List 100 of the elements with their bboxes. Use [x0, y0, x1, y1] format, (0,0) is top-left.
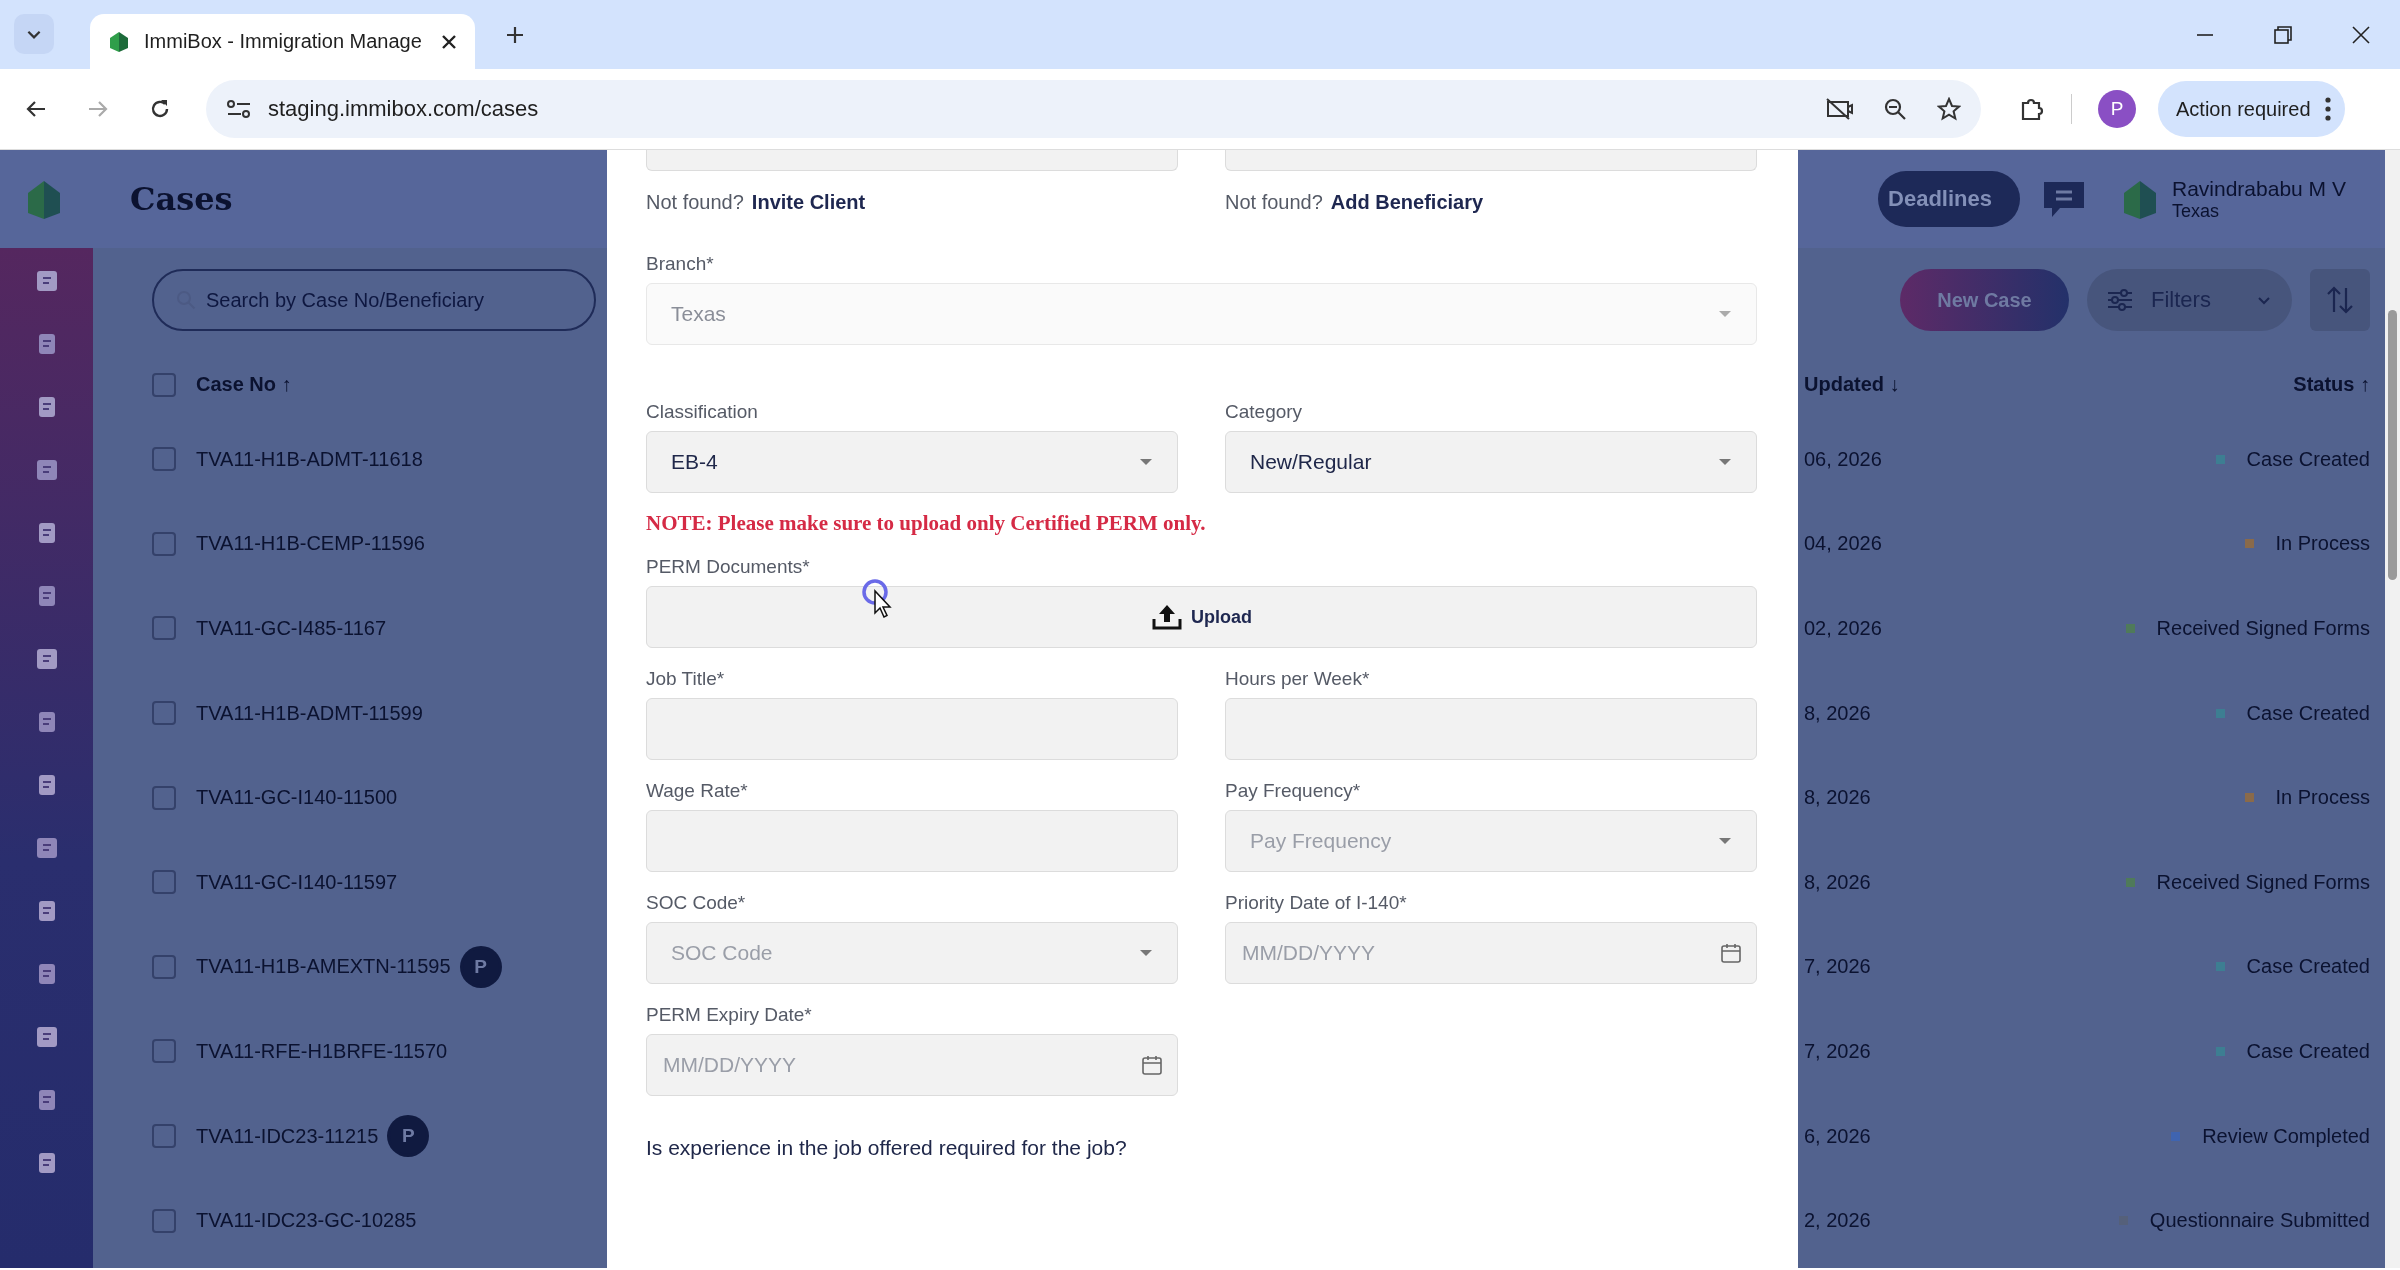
date-text: 04, 2026 [1804, 532, 1883, 556]
status-text: Received Signed Forms [2156, 870, 2370, 894]
nav-icon[interactable] [34, 457, 59, 483]
field-label: Priority Date of I-140* [1225, 892, 1408, 914]
status-text: Case Created [2246, 447, 2370, 471]
new-case-button[interactable]: New Case [1900, 269, 2069, 331]
checkbox[interactable] [152, 616, 176, 641]
checkbox[interactable] [152, 447, 176, 472]
nav-icon[interactable] [34, 835, 59, 861]
upload-button[interactable]: Upload [646, 586, 1757, 648]
upload-icon [1151, 603, 1183, 631]
date-text: 02, 2026 [1804, 617, 1883, 640]
date-text: 7, 2026 [1804, 955, 1872, 979]
case-number[interactable]: TVA11-IDC23-GC-10285 [196, 1209, 417, 1233]
close-icon[interactable] [441, 33, 457, 50]
puzzle-piece-icon[interactable] [2019, 96, 2045, 122]
logo-icon [108, 29, 130, 54]
scrollbar[interactable] [2385, 150, 2400, 1268]
prompt-text: Not found? [646, 190, 744, 214]
select-field[interactable]: Pay Frequency [1225, 810, 1757, 872]
case-number[interactable]: TVA11-GC-I485-1167 [196, 617, 387, 640]
calendar-icon[interactable] [1720, 942, 1742, 964]
nav-icon[interactable] [34, 268, 59, 294]
date-text: 8, 2026 [1804, 786, 1872, 810]
column-header[interactable]: Case No ↑ [196, 373, 292, 396]
checkbox[interactable] [152, 372, 176, 397]
user-branch: Texas [2172, 200, 2221, 222]
case-number[interactable]: TVA11-H1B-AMEXTN-11595 [196, 955, 451, 979]
action-required-button[interactable]: Action required [2158, 81, 2345, 137]
checkbox[interactable] [152, 785, 176, 810]
checkbox[interactable] [152, 1208, 176, 1233]
input-field[interactable] [1225, 150, 1757, 171]
browser-tab[interactable]: ImmiBox - Immigration Manage [90, 14, 475, 69]
close-icon[interactable] [2352, 25, 2370, 44]
url-text: staging.immibox.com/cases [268, 96, 540, 122]
date-text: 8, 2026 [1804, 701, 1872, 725]
status-text: Case Created [2246, 1039, 2370, 1063]
camera-off-icon[interactable] [1825, 97, 1853, 121]
date-text: 6, 2026 [1804, 1124, 1872, 1148]
date-field[interactable]: MM/DD/YYYY [1225, 922, 1757, 984]
input-field[interactable] [646, 698, 1178, 760]
checkbox[interactable] [152, 531, 176, 556]
badge: P [462, 948, 499, 985]
sort-button[interactable] [2310, 269, 2370, 331]
input-field[interactable] [646, 150, 1178, 171]
restore-icon[interactable] [2274, 25, 2292, 44]
link[interactable]: Add Beneficiary [1330, 190, 1484, 214]
nav-icon[interactable] [34, 646, 59, 672]
more-icon[interactable] [2324, 97, 2331, 121]
column-header[interactable]: Updated ↓ [1804, 373, 1900, 395]
field-label: Job Title* [646, 668, 726, 690]
caret-icon[interactable] [1718, 837, 1732, 845]
status-text: Case Created [2246, 701, 2370, 725]
case-number[interactable]: TVA11-RFE-H1BRFE-11570 [196, 1039, 448, 1063]
date-text: 8, 2026 [1804, 870, 1872, 894]
input-field[interactable] [646, 810, 1178, 872]
link[interactable]: Invite Client [751, 190, 866, 214]
status-text: Case Created [2246, 955, 2370, 979]
checkbox[interactable] [152, 1039, 176, 1064]
caret-icon[interactable] [1139, 458, 1153, 466]
nav-icon[interactable] [34, 1024, 59, 1050]
site-settings-icon[interactable] [226, 98, 252, 120]
case-number[interactable]: TVA11-H1B-ADMT-11599 [196, 701, 423, 725]
select-field[interactable]: EB-4 [646, 431, 1178, 493]
checkbox[interactable] [152, 954, 176, 979]
case-number[interactable]: TVA11-GC-I140-11597 [196, 870, 398, 894]
caret-icon[interactable] [1139, 949, 1153, 957]
input-field[interactable] [1225, 698, 1757, 760]
case-number[interactable]: TVA11-H1B-CEMP-11596 [196, 532, 425, 556]
checkbox[interactable] [152, 870, 176, 895]
checkbox[interactable] [152, 701, 176, 726]
case-number[interactable]: TVA11-GC-I140-11500 [196, 786, 398, 810]
case-number[interactable]: TVA11-IDC23-11215 [196, 1124, 379, 1148]
sort-icon [2325, 285, 2355, 315]
star-icon[interactable] [1937, 97, 1961, 121]
field-label: PERM Documents* [646, 556, 811, 578]
date-field[interactable]: MM/DD/YYYY [646, 1034, 1178, 1096]
field-label: Branch* [646, 253, 715, 275]
zoom-out-icon[interactable] [1883, 97, 1907, 121]
column-header[interactable]: Status ↑ [2293, 373, 2370, 395]
new-tab-icon[interactable] [505, 24, 525, 45]
calendar-icon[interactable] [1141, 1054, 1163, 1076]
case-number[interactable]: TVA11-H1B-ADMT-11618 [196, 447, 423, 471]
badge: P [390, 1118, 427, 1155]
checkbox[interactable] [152, 1124, 176, 1149]
warning-note: NOTE: Please make sure to upload only Certified PERM only. [646, 511, 1207, 536]
status-text: In Process [2275, 532, 2370, 556]
search-field[interactable]: Search by Case No/Beneficiary [152, 269, 596, 331]
caret-icon[interactable] [1718, 458, 1732, 466]
status-text: In Process [2275, 786, 2370, 810]
select-field[interactable]: SOC Code [646, 922, 1178, 984]
deadlines-button[interactable]: Deadlines [1878, 171, 2020, 227]
field-label: Hours per Week* [1225, 668, 1371, 690]
select-field[interactable]: New/Regular [1225, 431, 1757, 493]
profile-avatar[interactable]: P [2098, 90, 2136, 128]
question-text: Is experience in the job offered required for the job? [646, 1136, 1128, 1160]
field-label: Wage Rate* [646, 780, 749, 802]
status-text: Review Completed [2202, 1124, 2370, 1148]
address-bar[interactable]: staging.immibox.com/cases [206, 80, 1981, 138]
sliders-icon [2107, 288, 2133, 312]
